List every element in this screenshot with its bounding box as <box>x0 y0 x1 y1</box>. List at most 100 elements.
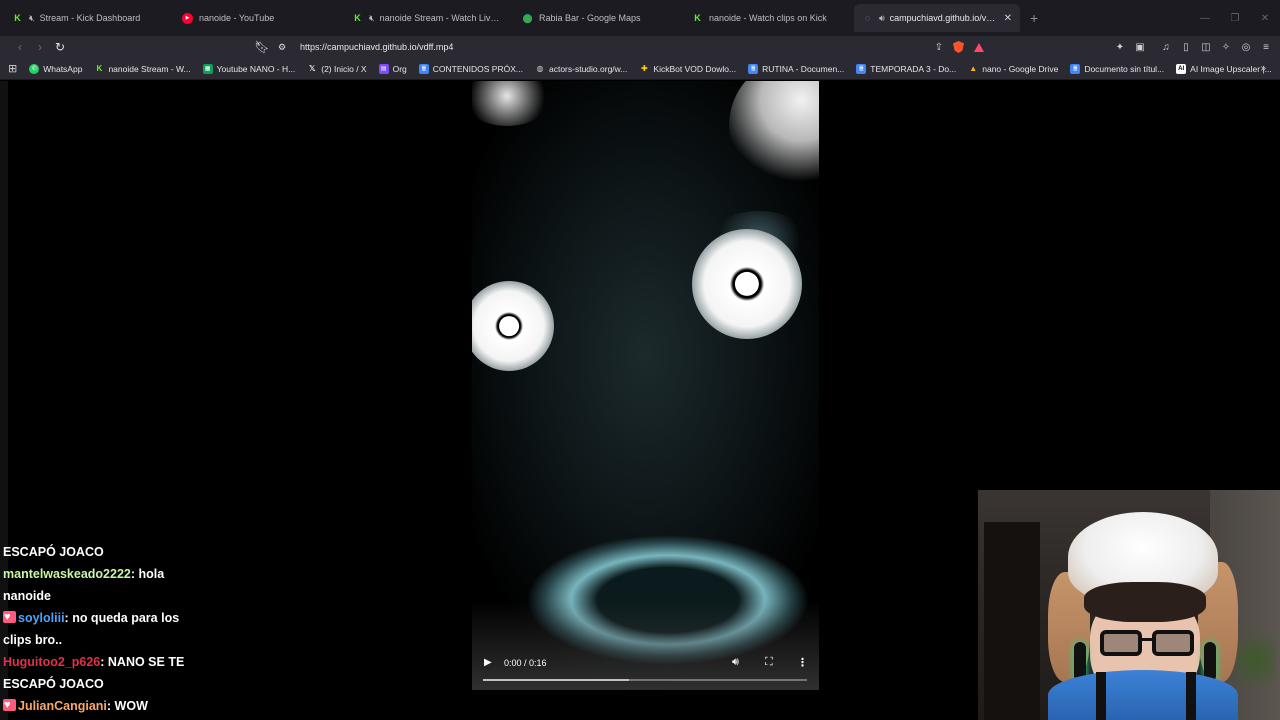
video-time: 0:00 / 0:16 <box>504 658 547 668</box>
org-icon: ▤ <box>378 63 389 74</box>
extension-icon[interactable]: ✦ <box>1110 42 1130 53</box>
bookmark-icon[interactable]: 🔖︎ <box>252 40 272 54</box>
sheets-icon: ▦ <box>202 63 213 74</box>
whatsapp-icon: ✆ <box>29 63 40 74</box>
chat-username: soyloliii <box>18 611 65 625</box>
bookmark-kick-stream[interactable]: Knanoide Stream - W... <box>94 63 191 74</box>
more-bookmarks-icon[interactable]: » <box>1260 63 1266 74</box>
tab-video-active[interactable]: ◌ 🔊︎ campuchiavd.github.io/vdff.mp4 ✕ <box>854 4 1020 32</box>
chat-message: nanoide <box>3 589 51 603</box>
chat-username: JulianCangiani <box>18 699 107 713</box>
fullscreen-icon[interactable]: ⛶ <box>765 656 773 669</box>
media-icon[interactable]: ♫ <box>1156 42 1176 53</box>
kick-icon: K <box>14 13 21 23</box>
ai-icon: AI <box>1176 63 1187 74</box>
minimize-icon[interactable]: — <box>1190 13 1220 24</box>
chat-message: clips bro.. <box>3 633 63 647</box>
tab-kick-dashboard[interactable]: K 🔇︎ Stream - Kick Dashboard <box>4 4 170 32</box>
tab-title: nanoide - YouTube <box>199 13 275 23</box>
webcam-background-door <box>984 522 1040 720</box>
hair <box>1084 582 1206 622</box>
webcam-background-plant <box>1236 620 1276 700</box>
tab-kick-live[interactable]: K 🔇︎ nanoide Stream - Watch Live on Kick <box>344 4 510 32</box>
chat-message: ESCAPÓ JOACO <box>3 545 104 559</box>
back-icon[interactable]: ‹ <box>10 40 30 54</box>
bookmarks-bar: ⊞ ✆ WhatsApp Knanoide Stream - W... ▦ Yout… <box>0 58 1280 80</box>
video-frame-right-eye <box>692 229 802 339</box>
bookmark-youtube-sheet[interactable]: ▦ Youtube NANO - H... <box>202 63 295 74</box>
restore-icon[interactable]: ❐ <box>1220 13 1250 24</box>
bookmark-kickbot[interactable]: ✚ KickBot VOD Dowlo... <box>639 64 736 74</box>
tab-google-maps[interactable]: ⬤ Rabia Bar - Google Maps <box>514 4 680 32</box>
bookmark-label: nano - Google Drive <box>982 63 1059 74</box>
wallet-icon[interactable]: ◫ <box>1196 42 1216 53</box>
vpn-icon[interactable]: ◎ <box>1236 42 1256 53</box>
speaker-icon[interactable]: 🔊︎ <box>879 13 885 24</box>
bookmark-documento[interactable]: ≣ Documento sin títul... <box>1070 63 1164 74</box>
tab-youtube[interactable]: ▶ nanoide - YouTube <box>174 4 340 32</box>
video-progress-bar[interactable] <box>483 679 807 681</box>
play-icon[interactable]: ▶ <box>484 657 492 668</box>
extension-icon[interactable]: ▣ <box>1130 42 1150 53</box>
headset-straps <box>1096 672 1196 720</box>
streamer <box>1048 512 1238 720</box>
stream-chat-overlay: ESCAPÓ JOACO mantelwaskeado2222: hola na… <box>3 541 233 717</box>
address-bar[interactable]: 🔖︎ ⚙ https://campuchiavd.github.io/vdff.… <box>252 36 994 58</box>
bookmark-label: WhatsApp <box>43 63 83 74</box>
bookmark-whatsapp[interactable]: ✆ WhatsApp <box>29 63 83 74</box>
reload-icon[interactable]: ↻ <box>50 40 70 54</box>
bookmark-actors-studio[interactable]: ◍ actors-studio.org/w... <box>535 64 627 74</box>
webcam-overlay <box>978 490 1280 720</box>
docs-icon: ≣ <box>418 63 429 74</box>
chat-message: hola <box>138 567 165 581</box>
brave-rewards-icon[interactable] <box>974 42 984 52</box>
heart-badge-icon <box>3 606 16 628</box>
site-info-icon[interactable]: ⚙ <box>272 42 292 53</box>
bookmark-label: nanoide Stream - W... <box>108 63 191 74</box>
kickbot-icon: ✚ <box>641 64 648 73</box>
video-player[interactable]: ▶ 0:00 / 0:16 🔊︎ ⛶ ⋮ <box>472 81 819 690</box>
volume-icon[interactable]: 🔊︎ <box>732 656 739 669</box>
more-options-icon[interactable]: ⋮ <box>797 656 808 669</box>
x-icon: 𝕏 <box>309 64 316 73</box>
muted-speaker-icon[interactable]: 🔇︎ <box>29 13 35 24</box>
chat-line: mantelwaskeado2222: hola <box>3 567 165 581</box>
docs-icon: ≣ <box>748 63 759 74</box>
leo-ai-icon[interactable]: ✧ <box>1216 42 1236 53</box>
url-text[interactable]: https://campuchiavd.github.io/vdff.mp4 <box>300 42 453 52</box>
bookmark-label: KickBot VOD Dowlo... <box>653 63 737 74</box>
brave-shields-icon[interactable] <box>953 41 964 53</box>
docs-icon: ≣ <box>856 63 867 74</box>
muted-speaker-icon[interactable]: 🔇︎ <box>369 13 375 24</box>
tab-title: Rabia Bar - Google Maps <box>539 13 641 23</box>
chat-message: ESCAPÓ JOACO <box>3 677 104 691</box>
forward-icon[interactable]: › <box>30 40 50 54</box>
close-tab-icon[interactable]: ✕ <box>1004 13 1012 24</box>
tab-kick-clips[interactable]: K nanoide - Watch clips on Kick <box>684 4 850 32</box>
drive-icon: ▲ <box>969 64 978 73</box>
menu-icon[interactable]: ≡ <box>1256 42 1276 53</box>
maps-icon: ⬤ <box>522 12 533 23</box>
sidebar-icon[interactable]: ▯ <box>1176 42 1196 53</box>
bookmark-label: Org <box>392 63 407 74</box>
toolbar-extensions: ✦ ▣ ♫ ▯ ◫ ✧ ◎ ≡ <box>1110 36 1276 58</box>
bookmark-x[interactable]: 𝕏 (2) Inicio / X <box>307 63 367 74</box>
tab-title: Stream - Kick Dashboard <box>39 13 141 23</box>
bookmark-org[interactable]: ▤ Org <box>378 63 407 74</box>
share-icon[interactable]: ⇪ <box>935 42 943 53</box>
bookmark-temporada[interactable]: ≣ TEMPORADA 3 - Do... <box>856 63 957 74</box>
bookmark-label: TEMPORADA 3 - Do... <box>870 63 957 74</box>
globe-icon: ◌ <box>864 13 871 23</box>
close-window-icon[interactable]: ✕ <box>1250 13 1280 24</box>
bookmark-label: (2) Inicio / X <box>321 63 367 74</box>
docs-icon: ≣ <box>1070 63 1081 74</box>
bookmark-google-drive[interactable]: ▲ nano - Google Drive <box>968 64 1058 74</box>
bookmark-contenidos[interactable]: ≣ CONTENIDOS PRÓX... <box>418 63 523 74</box>
bookmark-ai-upscaler[interactable]: AI AI Image Upscaler |... <box>1176 63 1272 74</box>
bookmark-rutina[interactable]: ≣ RUTINA - Documen... <box>748 63 844 74</box>
new-tab-icon[interactable]: + <box>1030 10 1038 26</box>
apps-grid-icon[interactable]: ⊞ <box>8 62 17 75</box>
tab-title: nanoide - Watch clips on Kick <box>709 13 827 23</box>
chat-line: nanoide <box>3 585 233 607</box>
tab-strip: K 🔇︎ Stream - Kick Dashboard ▶ nanoide -… <box>0 0 1280 36</box>
